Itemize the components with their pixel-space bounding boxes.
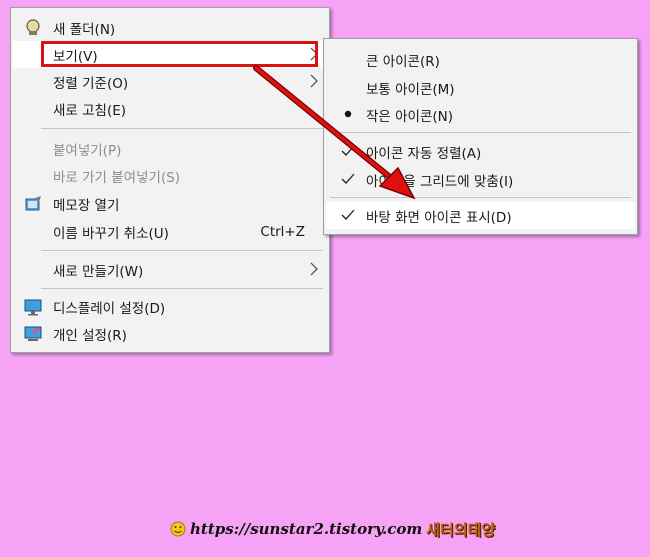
menu-item-paste-shortcut: 바로 가기 붙여넣기(S) — [53, 169, 181, 186]
menu-item-undo-rename[interactable]: 이름 바꾸기 취소(U) Ctrl+Z — [13, 218, 327, 245]
watermark-url: https://sunstar2.tistory.com — [190, 520, 423, 538]
menu-item-sort-by[interactable]: 정렬 기준(O) — [13, 68, 327, 95]
chevron-right-icon — [310, 74, 318, 88]
menu-separator — [41, 288, 323, 289]
notepad-icon — [25, 196, 41, 211]
watermark: https://sunstar2.tistory.com 새터의태양 — [170, 518, 495, 540]
menu-item-new-folder[interactable]: 새 폴더(N) — [13, 14, 327, 41]
annotation-highlight-box — [41, 41, 318, 67]
view-submenu: 큰 아이콘(R) 보통 아이콘(M) 작은 아이콘(N) 아이콘 자동 정렬(A… — [323, 38, 638, 235]
submenu-item-auto-arrange[interactable]: 아이콘 자동 정렬(A) — [326, 138, 635, 165]
menu-item-paste: 붙여넣기(P) — [53, 142, 122, 159]
bullet-icon — [344, 110, 352, 118]
display-icon — [24, 299, 42, 316]
new-folder-icon — [26, 19, 40, 35]
checkmark-icon — [341, 209, 355, 220]
checkmark-icon — [341, 145, 355, 156]
menu-item-personalize[interactable]: 개인 설정(R) — [13, 320, 327, 347]
watermark-name: 새터의태양 — [426, 520, 496, 539]
submenu-item-medium-icons[interactable]: 보통 아이콘(M) — [326, 74, 635, 101]
menu-item-display-settings[interactable]: 디스플레이 설정(D) — [13, 293, 327, 320]
menu-separator — [41, 250, 323, 251]
submenu-item-small-icons[interactable]: 작은 아이콘(N) — [326, 101, 635, 128]
submenu-item-show-desktop-icons[interactable]: 바탕 화면 아이콘 표시(D) — [326, 202, 635, 229]
submenu-item-align-to-grid[interactable]: 아이콘을 그리드에 맞춤(I) — [326, 166, 635, 193]
chevron-right-icon — [310, 262, 318, 276]
menu-item-refresh[interactable]: 새로 고침(E) — [13, 95, 327, 122]
menu-item-new[interactable]: 새로 만들기(W) — [13, 256, 327, 283]
shortcut-text: Ctrl+Z — [260, 223, 305, 240]
submenu-item-large-icons[interactable]: 큰 아이콘(R) — [326, 46, 635, 73]
menu-separator — [330, 132, 631, 133]
smiley-icon — [170, 521, 186, 537]
checkmark-icon — [341, 173, 355, 184]
personalize-icon — [24, 326, 42, 341]
menu-separator — [41, 128, 323, 129]
menu-item-open-notepad[interactable]: 메모장 열기 — [13, 190, 327, 217]
menu-separator — [330, 197, 631, 198]
